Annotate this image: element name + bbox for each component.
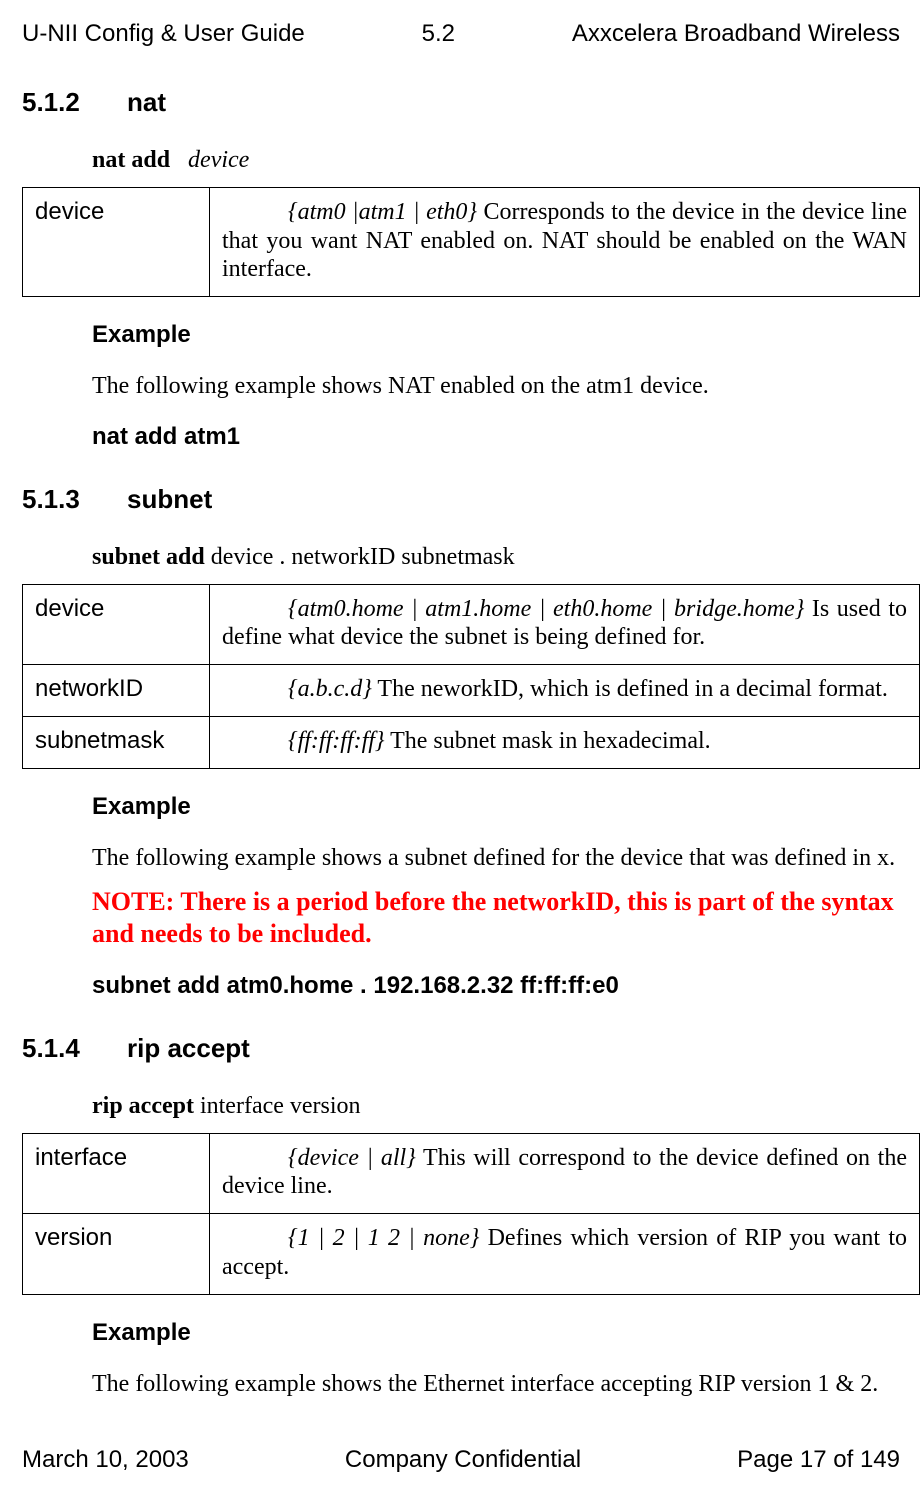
table-row: subnetmask {ff:ff:ff:ff} The subnet mask… (23, 716, 920, 768)
heading-title: nat (127, 87, 166, 117)
term-cell: device (23, 584, 210, 665)
def-cell: {1 | 2 | 1 2 | none} Defines which versi… (210, 1214, 920, 1295)
def-cell: {a.b.c.d} The neworkID, which is defined… (210, 665, 920, 717)
syntax-nat: nat add device (92, 146, 900, 175)
term-cell: subnetmask (23, 716, 210, 768)
term-cell: interface (23, 1133, 210, 1214)
heading-number: 5.1.3 (22, 484, 127, 515)
heading-title: rip accept (127, 1033, 250, 1063)
heading-title: subnet (127, 484, 212, 514)
def-text: The subnet mask in hexadecimal. (385, 728, 711, 754)
heading-5-1-3: 5.1.3subnet (22, 484, 900, 515)
table-rip-accept: interface {device | all} This will corre… (22, 1133, 920, 1295)
footer-left: March 10, 2003 (22, 1446, 189, 1475)
header-center: 5.2 (422, 20, 455, 49)
syntax-subnet: subnet add device . networkID subnetmask (92, 543, 900, 572)
term-cell: version (23, 1214, 210, 1295)
heading-5-1-2: 5.1.2nat (22, 87, 900, 118)
syntax-keyword: nat add (92, 147, 170, 173)
table-row: version {1 | 2 | 1 2 | none} Defines whi… (23, 1214, 920, 1295)
example-text: The following example shows the Ethernet… (92, 1370, 900, 1399)
page-footer: March 10, 2003 Company Confidential Page… (22, 1446, 900, 1475)
header-right: Axxcelera Broadband Wireless (572, 20, 900, 49)
def-ital: {atm0 |atm1 | eth0} (288, 199, 477, 225)
syntax-keyword: subnet add (92, 544, 205, 570)
page-header: U-NII Config & User Guide 5.2 Axxcelera … (22, 20, 900, 49)
example-heading: Example (92, 1319, 900, 1348)
term-cell: device (23, 187, 210, 296)
table-nat: device {atm0 |atm1 | eth0} Corresponds t… (22, 187, 920, 297)
def-ital: {device | all} (288, 1145, 416, 1171)
example-text: The following example shows a subnet def… (92, 844, 900, 873)
def-ital: {1 | 2 | 1 2 | none} (288, 1225, 479, 1251)
def-ital: {a.b.c.d} (288, 676, 372, 702)
def-cell: {ff:ff:ff:ff} The subnet mask in hexadec… (210, 716, 920, 768)
def-cell: {atm0.home | atm1.home | eth0.home | bri… (210, 584, 920, 665)
example-heading: Example (92, 793, 900, 822)
syntax-args: interface version (194, 1093, 361, 1119)
syntax-rip-accept: rip accept interface version (92, 1092, 900, 1121)
def-cell: {device | all} This will correspond to t… (210, 1133, 920, 1214)
header-left: U-NII Config & User Guide (22, 20, 305, 49)
example-heading: Example (92, 321, 900, 350)
footer-right: Page 17 of 149 (737, 1446, 900, 1475)
syntax-keyword: rip accept (92, 1093, 194, 1119)
note-text: NOTE: There is a period before the netwo… (92, 886, 900, 949)
table-subnet: device {atm0.home | atm1.home | eth0.hom… (22, 584, 920, 769)
example-command: nat add atm1 (92, 423, 900, 452)
table-row: device {atm0.home | atm1.home | eth0.hom… (23, 584, 920, 665)
term-cell: networkID (23, 665, 210, 717)
def-ital: {atm0.home | atm1.home | eth0.home | bri… (288, 596, 804, 622)
heading-5-1-4: 5.1.4rip accept (22, 1033, 900, 1064)
heading-number: 5.1.4 (22, 1033, 127, 1064)
syntax-arg: device (188, 147, 249, 173)
example-text: The following example shows NAT enabled … (92, 372, 900, 401)
heading-number: 5.1.2 (22, 87, 127, 118)
def-cell: {atm0 |atm1 | eth0} Corresponds to the d… (210, 187, 920, 296)
syntax-args: device . networkID subnetmask (205, 544, 515, 570)
example-command: subnet add atm0.home . 192.168.2.32 ff:f… (92, 972, 900, 1001)
def-ital: {ff:ff:ff:ff} (288, 728, 385, 754)
def-text: The neworkID, which is defined in a deci… (372, 676, 888, 702)
table-row: device {atm0 |atm1 | eth0} Corresponds t… (23, 187, 920, 296)
footer-center: Company Confidential (345, 1446, 581, 1475)
table-row: interface {device | all} This will corre… (23, 1133, 920, 1214)
table-row: networkID {a.b.c.d} The neworkID, which … (23, 665, 920, 717)
